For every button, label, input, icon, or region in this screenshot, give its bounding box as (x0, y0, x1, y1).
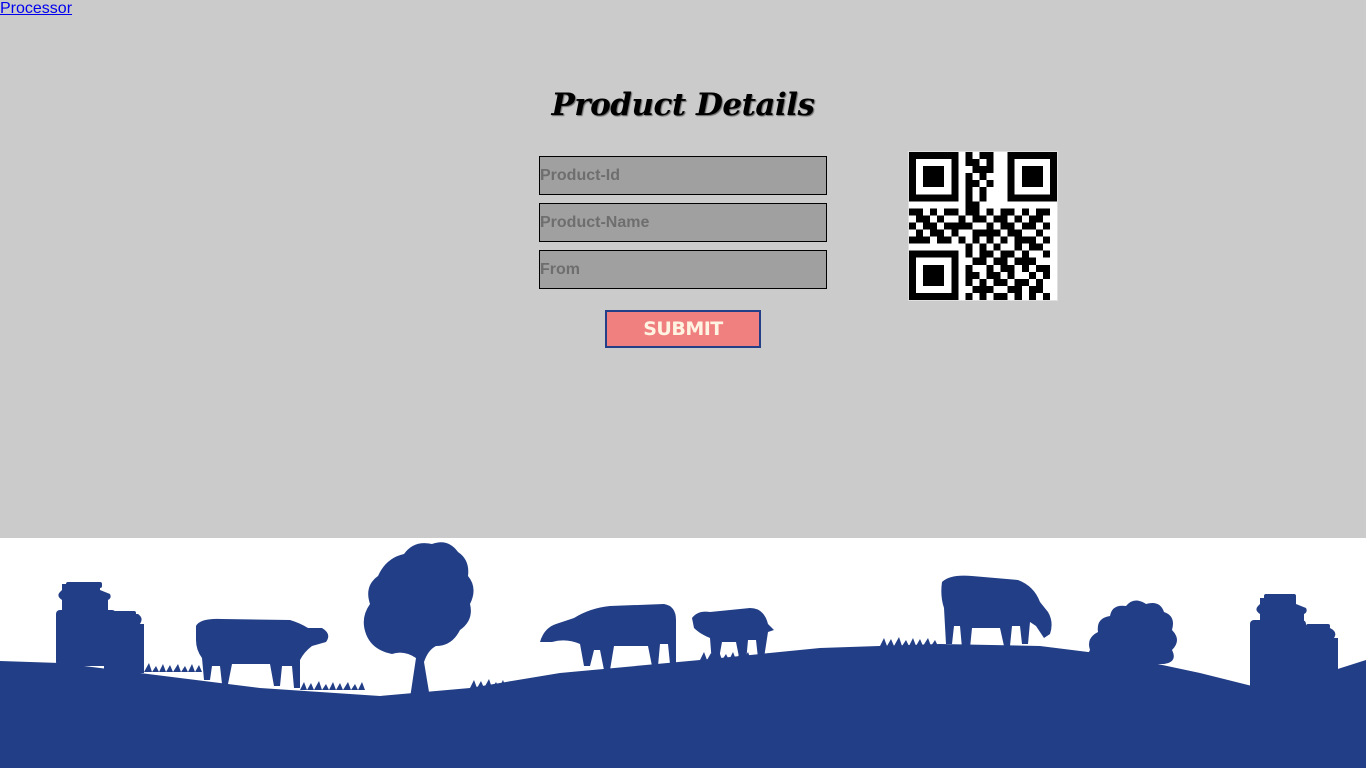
processor-link[interactable]: Processor (0, 0, 72, 18)
product-id-input[interactable] (539, 156, 827, 195)
page-title: Product Details (551, 87, 815, 123)
from-input[interactable] (539, 250, 827, 289)
product-name-input[interactable] (539, 203, 827, 242)
qr-code-icon (908, 151, 1058, 301)
submit-button[interactable]: SUBMIT (605, 310, 761, 348)
page: Processor Product Details SUBMIT (0, 0, 1366, 768)
dairy-farm-silhouette-icon (0, 538, 1366, 768)
